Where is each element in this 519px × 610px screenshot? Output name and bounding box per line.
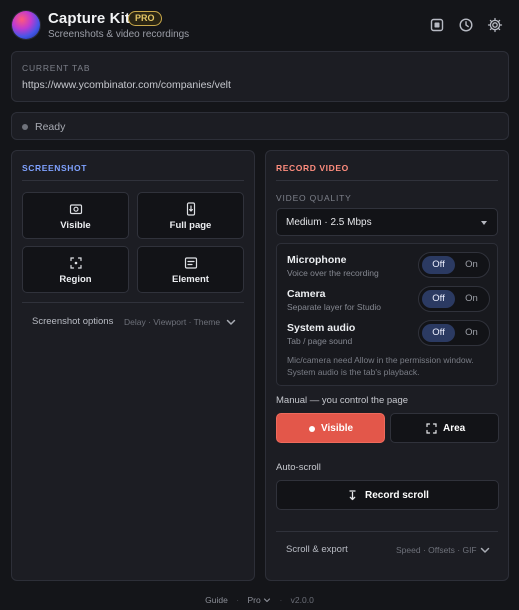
current-tab-label: CURRENT TAB bbox=[22, 63, 91, 73]
microphone-on-option[interactable]: On bbox=[455, 256, 488, 274]
permission-note: Mic/camera need Allow in the permission … bbox=[287, 355, 474, 377]
tile-label: Element bbox=[172, 274, 209, 285]
status-dot bbox=[22, 124, 28, 130]
scroll-export-toggle[interactable]: Scroll & export bbox=[286, 544, 348, 555]
chevron-down-icon[interactable] bbox=[479, 544, 491, 556]
phone-scroll-icon bbox=[184, 202, 198, 216]
app-subtitle: Screenshots & video recordings bbox=[48, 29, 190, 40]
camera-icon bbox=[69, 202, 83, 216]
microphone-off-option[interactable]: Off bbox=[422, 256, 455, 274]
scroll-export-hint: Speed · Offsets · GIF bbox=[396, 545, 477, 555]
current-tab-panel: CURRENT TAB https://www.ycombinator.com/… bbox=[11, 51, 509, 102]
record-area-label: Area bbox=[443, 423, 466, 434]
status-text: Ready bbox=[35, 121, 66, 133]
microphone-toggle[interactable]: Off On bbox=[418, 252, 490, 278]
auto-scroll-label: Auto-scroll bbox=[276, 462, 321, 473]
system-audio-subtitle: Tab / page sound bbox=[287, 336, 353, 346]
tile-label: Region bbox=[59, 274, 92, 285]
app-header: Capture Kit PRO Screenshots & video reco… bbox=[0, 0, 519, 50]
version-label: v2.0.0 bbox=[290, 594, 314, 605]
screenshot-element-button[interactable]: Element bbox=[137, 246, 244, 293]
stop-square-icon[interactable] bbox=[429, 17, 445, 33]
pro-menu-label: Pro bbox=[247, 595, 261, 606]
screenshot-full-page-button[interactable]: Full page bbox=[137, 192, 244, 239]
audio-sources-box: Microphone Voice over the recording Off … bbox=[276, 243, 498, 386]
screenshot-region-button[interactable]: Region bbox=[22, 246, 129, 293]
video-quality-label: VIDEO QUALITY bbox=[276, 193, 352, 203]
video-quality-select[interactable]: Medium · 2.5 Mbps bbox=[276, 208, 498, 236]
screenshot-visible-button[interactable]: Visible bbox=[22, 192, 129, 239]
pro-menu-link[interactable]: Pro bbox=[247, 594, 271, 605]
region-select-icon bbox=[69, 256, 83, 270]
footer-separator: · bbox=[236, 594, 240, 605]
pro-badge: PRO bbox=[128, 11, 162, 26]
record-video-heading: RECORD VIDEO bbox=[276, 163, 349, 173]
footer-separator: · bbox=[279, 594, 283, 605]
status-bar: Ready bbox=[11, 112, 509, 140]
footer: Guide · Pro · v2.0.0 bbox=[0, 594, 519, 606]
screenshot-options-hint: Delay · Viewport · Theme bbox=[124, 317, 221, 327]
record-dot-icon bbox=[309, 426, 315, 432]
gear-icon[interactable] bbox=[487, 17, 503, 33]
divider bbox=[276, 531, 498, 532]
chevron-down-icon bbox=[263, 598, 271, 603]
manual-label: Manual — you control the page bbox=[276, 395, 409, 406]
tile-label: Full page bbox=[169, 220, 212, 231]
system-audio-toggle[interactable]: Off On bbox=[418, 320, 490, 346]
history-clock-icon[interactable] bbox=[458, 17, 474, 33]
record-area-button[interactable]: Area bbox=[390, 413, 499, 443]
camera-title: Camera bbox=[287, 288, 326, 300]
camera-toggle[interactable]: Off On bbox=[418, 286, 490, 312]
screenshot-heading: SCREENSHOT bbox=[22, 163, 88, 173]
current-tab-url: https://www.ycombinator.com/companies/ve… bbox=[22, 79, 231, 91]
screenshot-options-toggle[interactable]: Screenshot options bbox=[32, 316, 113, 327]
caret-down-icon bbox=[481, 221, 487, 225]
app-title: Capture Kit bbox=[48, 10, 130, 27]
camera-on-option[interactable]: On bbox=[455, 290, 488, 308]
record-scroll-label: Record scroll bbox=[365, 490, 429, 501]
camera-off-option[interactable]: Off bbox=[422, 290, 455, 308]
app-logo bbox=[12, 11, 40, 39]
chevron-down-icon[interactable] bbox=[225, 316, 237, 328]
guide-link[interactable]: Guide bbox=[205, 595, 228, 605]
system-audio-title: System audio bbox=[287, 322, 356, 334]
camera-subtitle: Separate layer for Studio bbox=[287, 302, 382, 312]
video-quality-value: Medium · 2.5 Mbps bbox=[286, 217, 372, 228]
record-scroll-button[interactable]: Record scroll bbox=[276, 480, 499, 510]
system-audio-on-option[interactable]: On bbox=[455, 324, 488, 342]
divider bbox=[22, 302, 244, 303]
element-box-icon bbox=[184, 256, 198, 270]
scroll-down-arrow-icon bbox=[347, 490, 358, 501]
record-visible-label: Visible bbox=[321, 423, 354, 434]
tile-label: Visible bbox=[60, 220, 91, 231]
system-audio-off-option[interactable]: Off bbox=[422, 324, 455, 342]
microphone-subtitle: Voice over the recording bbox=[287, 268, 379, 278]
divider bbox=[276, 180, 498, 181]
record-visible-button[interactable]: Visible bbox=[276, 413, 385, 443]
area-select-icon bbox=[426, 423, 437, 434]
microphone-title: Microphone bbox=[287, 254, 347, 266]
screenshot-panel: SCREENSHOT Visible Full page Region Elem… bbox=[11, 150, 255, 581]
divider bbox=[22, 180, 244, 181]
record-video-panel: RECORD VIDEO VIDEO QUALITY Medium · 2.5 … bbox=[265, 150, 509, 581]
